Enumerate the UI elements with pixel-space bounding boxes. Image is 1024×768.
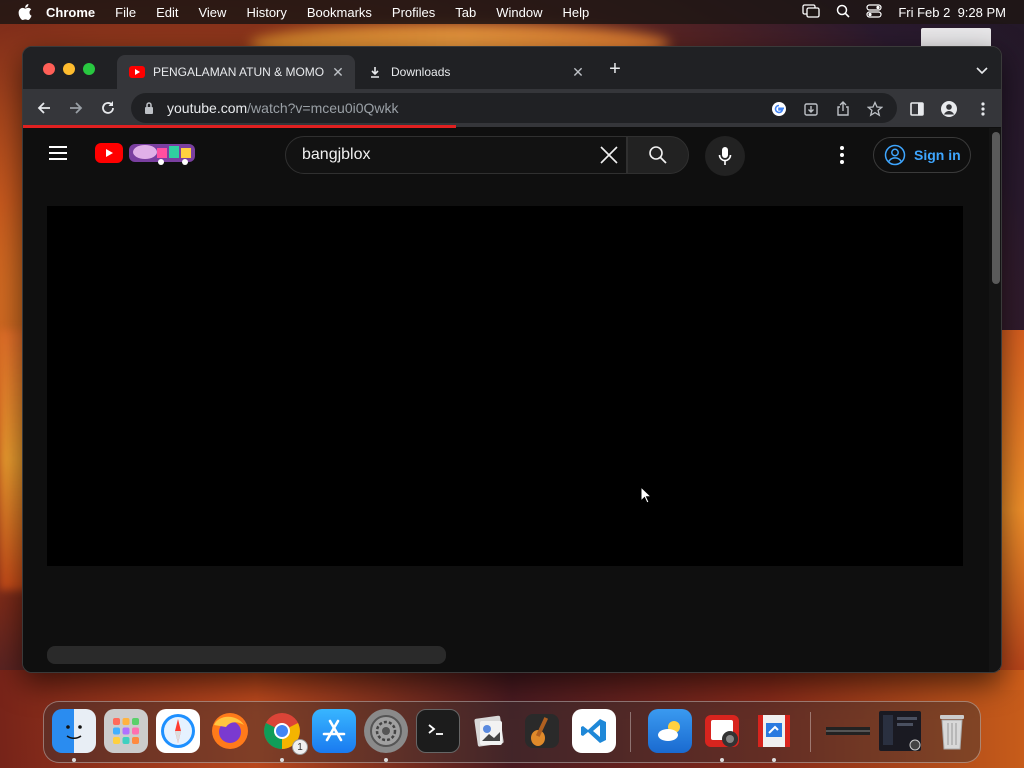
microphone-icon bbox=[718, 146, 732, 166]
dock-separator bbox=[630, 712, 631, 752]
running-indicator bbox=[384, 758, 388, 762]
menu-app-name[interactable]: Chrome bbox=[46, 5, 95, 20]
menu-clock[interactable]: Fri Feb 2 9:28 PM bbox=[898, 5, 1006, 20]
menu-bar: Chrome File Edit View History Bookmarks … bbox=[0, 0, 1024, 24]
title-placeholder bbox=[47, 646, 446, 664]
clear-search-icon[interactable] bbox=[599, 145, 619, 165]
menu-tab[interactable]: Tab bbox=[455, 5, 476, 20]
forward-arrow-icon[interactable] bbox=[67, 99, 85, 117]
app-store-icon[interactable] bbox=[312, 709, 356, 753]
search-icon bbox=[648, 145, 668, 165]
menu-history[interactable]: History bbox=[246, 5, 286, 20]
firefox-icon[interactable] bbox=[208, 709, 252, 753]
address-bar[interactable]: youtube.com/watch?v=mceu0i0Qwkk bbox=[131, 93, 897, 123]
voice-search-button[interactable] bbox=[705, 136, 745, 176]
menu-profiles[interactable]: Profiles bbox=[392, 5, 435, 20]
garageband-icon[interactable] bbox=[520, 709, 564, 753]
spotlight-search-icon[interactable] bbox=[836, 4, 850, 21]
bookmark-star-icon[interactable] bbox=[866, 100, 884, 117]
wallpaper-glow bbox=[1000, 330, 1024, 690]
new-tab-icon[interactable]: + bbox=[607, 59, 623, 79]
screen-mirroring-icon[interactable] bbox=[802, 3, 820, 21]
weather-icon[interactable] bbox=[648, 709, 692, 753]
menu-help[interactable]: Help bbox=[563, 5, 590, 20]
dock-separator bbox=[810, 712, 811, 752]
hamburger-menu-icon[interactable] bbox=[49, 146, 67, 160]
photo-booth-icon[interactable] bbox=[700, 709, 744, 753]
minimized-window-icon[interactable] bbox=[824, 709, 872, 753]
minimize-window-button[interactable] bbox=[63, 63, 75, 75]
download-icon bbox=[369, 66, 381, 78]
search-input-value: bangjblox bbox=[302, 146, 371, 163]
remote-desktop-icon[interactable] bbox=[752, 709, 796, 753]
menu-edit[interactable]: Edit bbox=[156, 5, 178, 20]
running-indicator bbox=[72, 758, 76, 762]
control-center-icon[interactable] bbox=[866, 3, 882, 21]
browser-window: PENGALAMAN ATUN & MOMO ✕ Downloads ✕ + y… bbox=[22, 46, 1002, 673]
share-icon[interactable] bbox=[835, 101, 851, 117]
system-settings-icon[interactable] bbox=[364, 709, 408, 753]
settings-kebab-icon[interactable] bbox=[839, 145, 845, 165]
launchpad-icon[interactable] bbox=[104, 709, 148, 753]
url-path: /watch?v=mceu0i0Qwkk bbox=[247, 100, 399, 116]
vscode-icon[interactable] bbox=[572, 709, 616, 753]
apple-menu-icon[interactable] bbox=[18, 4, 32, 20]
side-panel-icon[interactable] bbox=[909, 101, 925, 117]
search-button[interactable] bbox=[627, 136, 689, 174]
download-count-badge: 1 bbox=[292, 739, 308, 755]
sign-in-button[interactable]: Sign in bbox=[873, 137, 971, 173]
menu-view[interactable]: View bbox=[198, 5, 226, 20]
browser-toolbar: youtube.com/watch?v=mceu0i0Qwkk bbox=[23, 89, 1001, 127]
url-text[interactable]: youtube.com/watch?v=mceu0i0Qwkk bbox=[167, 100, 399, 116]
tab-title: PENGALAMAN ATUN & MOMO bbox=[153, 65, 325, 79]
page-scrollbar[interactable] bbox=[989, 128, 1001, 672]
menu-file[interactable]: File bbox=[115, 5, 136, 20]
youtube-icon bbox=[129, 66, 145, 78]
terminal-icon[interactable] bbox=[416, 709, 460, 753]
running-indicator bbox=[280, 758, 284, 762]
running-indicator bbox=[772, 758, 776, 762]
running-indicator bbox=[720, 758, 724, 762]
scrollbar-thumb[interactable] bbox=[992, 132, 1000, 284]
mouse-pointer-icon bbox=[640, 485, 653, 504]
close-window-button[interactable] bbox=[43, 63, 55, 75]
account-circle-icon bbox=[884, 144, 906, 166]
tab-search-chevron-icon[interactable] bbox=[975, 63, 989, 77]
back-arrow-icon[interactable] bbox=[35, 99, 53, 117]
finder-icon[interactable] bbox=[52, 709, 96, 753]
tab-youtube[interactable]: PENGALAMAN ATUN & MOMO ✕ bbox=[117, 55, 355, 89]
tab-title: Downloads bbox=[391, 65, 451, 79]
chrome-menu-kebab-icon[interactable] bbox=[975, 101, 991, 117]
tab-downloads[interactable]: Downloads ✕ bbox=[357, 55, 595, 89]
google-lens-icon[interactable] bbox=[771, 101, 787, 117]
search-input[interactable]: bangjblox bbox=[285, 136, 627, 174]
close-tab-icon[interactable]: ✕ bbox=[331, 65, 345, 79]
url-host: youtube.com bbox=[167, 100, 248, 116]
reload-icon[interactable] bbox=[99, 99, 117, 117]
video-player[interactable] bbox=[47, 206, 963, 566]
zoom-window-button[interactable] bbox=[83, 63, 95, 75]
youtube-logo-icon[interactable] bbox=[95, 143, 123, 163]
preview-icon[interactable] bbox=[468, 709, 512, 753]
safari-icon[interactable] bbox=[156, 709, 200, 753]
menu-bookmarks[interactable]: Bookmarks bbox=[307, 5, 372, 20]
sign-in-label: Sign in bbox=[914, 147, 961, 163]
profile-avatar-icon[interactable] bbox=[941, 101, 957, 117]
chrome-icon[interactable]: 1 bbox=[260, 709, 308, 755]
youtube-doodle-icon[interactable] bbox=[127, 138, 197, 166]
install-app-icon[interactable] bbox=[803, 101, 819, 117]
dock: 1 bbox=[43, 701, 981, 763]
youtube-page: bangjblox Sign in bbox=[23, 128, 989, 672]
minimized-window-icon[interactable] bbox=[876, 709, 924, 753]
close-tab-icon[interactable]: ✕ bbox=[571, 65, 585, 79]
lock-icon[interactable] bbox=[143, 101, 155, 115]
tab-strip: PENGALAMAN ATUN & MOMO ✕ Downloads ✕ + bbox=[23, 47, 1001, 89]
menu-window[interactable]: Window bbox=[496, 5, 542, 20]
trash-icon[interactable] bbox=[930, 709, 974, 753]
